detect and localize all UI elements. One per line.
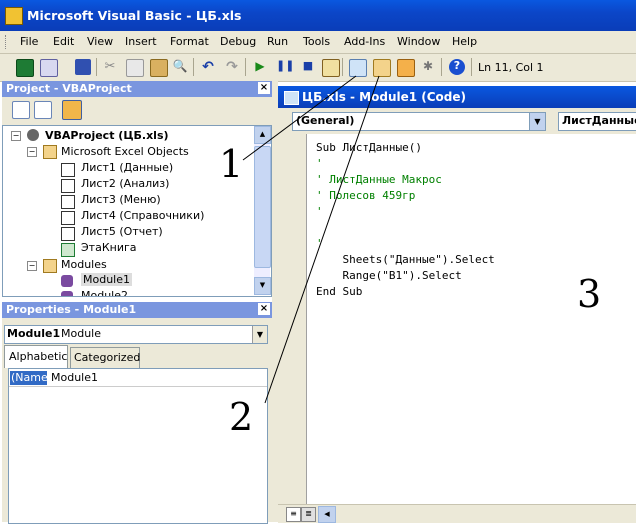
annotation-line-2: [264, 75, 380, 404]
annotation-label-2: 2: [229, 395, 254, 439]
annotation-label-3: 3: [577, 272, 602, 316]
annotation-overlay: [242, 75, 380, 404]
tab-alphabetic-label: Alphabetic: [9, 350, 68, 363]
annotation-label-1: 1: [219, 142, 244, 186]
annotation-line-1: [242, 75, 357, 161]
tab-alphabetic[interactable]: Alphabetic: [4, 345, 68, 368]
